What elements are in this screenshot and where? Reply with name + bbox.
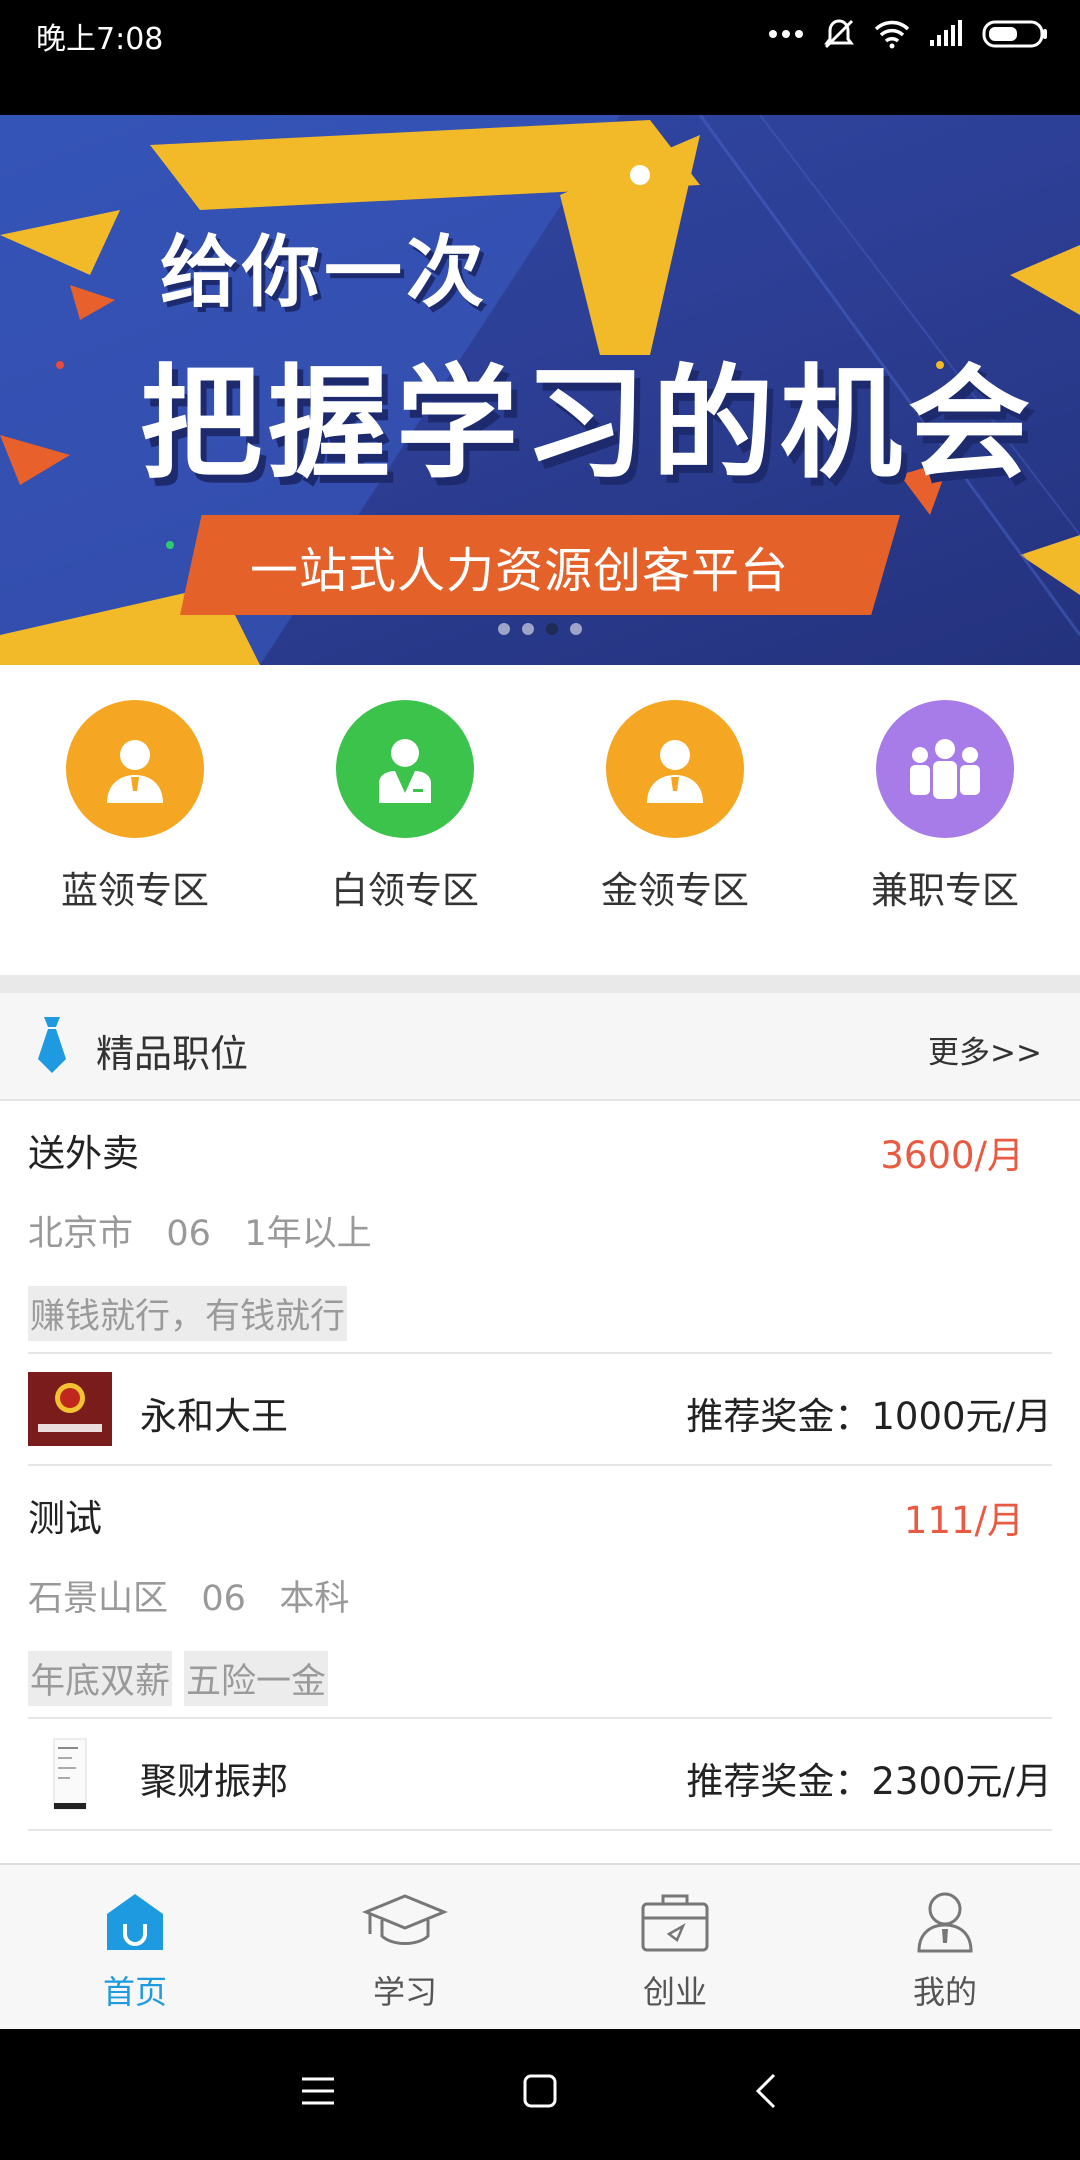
category-label: 蓝领专区 — [61, 869, 209, 912]
featured-jobs-header: 精品职位 更多>> — [0, 993, 1080, 1101]
home-icon — [99, 1887, 171, 1957]
job-salary: 3600/月 — [880, 1134, 1024, 1177]
nav-label: 我的 — [912, 1973, 977, 2011]
banner-ribbon-text: 一站式人力资源创客平台 — [250, 543, 790, 599]
promo-banner[interactable]: 给你一次 把握学习的机会 一站式人力资源创客平台 — [0, 115, 1080, 665]
system-nav-bar — [0, 2029, 1080, 2160]
carousel-dot[interactable] — [498, 623, 510, 635]
carousel-indicator — [498, 623, 582, 635]
company-row[interactable]: 聚财振邦 推荐奖金：2300元/月 — [28, 1719, 1052, 1831]
job-meta: 北京市 06 1年以上 — [28, 1205, 372, 1256]
nav-label: 创业 — [642, 1973, 707, 2011]
part-time-group-icon — [876, 700, 1014, 838]
banner-headline-large: 把握学习的机会 — [140, 353, 1036, 495]
carousel-dot[interactable] — [522, 623, 534, 635]
category-part-time[interactable]: 兼职专区 — [810, 665, 1080, 975]
section-title: 精品职位 — [96, 1032, 249, 1076]
status-time: 晚上7:08 — [36, 22, 164, 57]
necktie-icon — [38, 1017, 66, 1073]
battery-icon — [982, 20, 1047, 48]
section-divider — [0, 975, 1080, 993]
company-row[interactable]: 永和大王 推荐奖金：1000元/月 — [28, 1354, 1052, 1466]
job-details[interactable]: 测试 111/月 石景山区 06 本科 年底双薪 五险一金 — [28, 1466, 1052, 1719]
job-list: 送外卖 3600/月 北京市 06 1年以上 赚钱就行，有钱就行 永和大王 推荐… — [0, 1101, 1080, 1863]
job-tag: 五险一金 — [184, 1651, 329, 1706]
job-title: 送外卖 — [28, 1132, 139, 1175]
job-tags: 年底双薪 五险一金 — [28, 1651, 329, 1706]
home-square-icon[interactable] — [522, 2073, 558, 2109]
job-details[interactable]: 送外卖 3600/月 北京市 06 1年以上 赚钱就行，有钱就行 — [28, 1101, 1052, 1354]
referral-bonus: 推荐奖金：2300元/月 — [686, 1760, 1052, 1803]
referral-bonus: 推荐奖金：1000元/月 — [686, 1395, 1052, 1438]
category-grid: 蓝领专区 白领专区 金领专区 兼职专区 — [0, 665, 1080, 975]
nav-label: 学习 — [372, 1973, 437, 2011]
white-collar-person-icon — [336, 700, 474, 838]
nav-study[interactable]: 学习 — [270, 1865, 540, 2029]
job-card[interactable]: 测试 111/月 石景山区 06 本科 年底双薪 五险一金 聚财振邦 推荐奖金：… — [0, 1466, 1080, 1831]
job-code: 06 — [201, 1579, 246, 1619]
graduation-cap-icon — [362, 1887, 448, 1957]
company-logo — [53, 1738, 87, 1810]
job-location: 石景山区 — [28, 1579, 169, 1619]
job-tag: 赚钱就行，有钱就行 — [28, 1286, 348, 1341]
banner-headline-small: 给你一次 — [160, 228, 489, 318]
job-meta: 石景山区 06 本科 — [28, 1570, 349, 1621]
category-blue-collar[interactable]: 蓝领专区 — [0, 665, 270, 975]
category-label: 白领专区 — [331, 869, 479, 912]
briefcase-icon — [639, 1887, 711, 1957]
bottom-nav: 首页 学习 创业 我的 — [0, 1863, 1080, 2029]
category-label: 金领专区 — [601, 869, 749, 912]
category-label: 兼职专区 — [871, 869, 1019, 912]
carousel-dot[interactable] — [570, 623, 582, 635]
nav-mine[interactable]: 我的 — [810, 1865, 1080, 2029]
company-logo — [28, 1372, 112, 1446]
nav-startup[interactable]: 创业 — [540, 1865, 810, 2029]
mute-icon — [824, 19, 854, 49]
gold-collar-person-icon — [606, 700, 744, 838]
job-salary: 111/月 — [903, 1499, 1024, 1542]
category-white-collar[interactable]: 白领专区 — [270, 665, 540, 975]
job-code: 06 — [166, 1214, 211, 1254]
signal-icon — [930, 20, 962, 46]
job-card[interactable]: 送外卖 3600/月 北京市 06 1年以上 赚钱就行，有钱就行 永和大王 推荐… — [0, 1101, 1080, 1466]
job-tag: 年底双薪 — [28, 1651, 173, 1706]
company-name: 永和大王 — [140, 1395, 288, 1438]
profile-icon — [913, 1887, 977, 1957]
job-requirement: 本科 — [279, 1579, 350, 1619]
nav-home[interactable]: 首页 — [0, 1865, 270, 2029]
more-dots-icon — [769, 30, 803, 38]
job-card-partial[interactable] — [28, 1831, 1052, 1863]
status-icons — [768, 14, 1048, 54]
wifi-icon — [874, 20, 910, 49]
nav-label: 首页 — [102, 1973, 167, 2011]
category-gold-collar[interactable]: 金领专区 — [540, 665, 810, 975]
blue-collar-person-icon — [66, 700, 204, 838]
job-title: 测试 — [28, 1497, 102, 1540]
job-requirement: 1年以上 — [244, 1214, 372, 1254]
more-link[interactable]: 更多>> — [928, 1027, 1042, 1072]
carousel-dot-active[interactable] — [546, 623, 558, 635]
back-icon[interactable] — [752, 2073, 780, 2109]
job-location: 北京市 — [28, 1214, 134, 1254]
status-bar: 晚上7:08 — [0, 0, 1080, 115]
menu-icon[interactable] — [300, 2073, 336, 2109]
company-name: 聚财振邦 — [140, 1760, 288, 1803]
job-tags: 赚钱就行，有钱就行 — [28, 1286, 348, 1341]
